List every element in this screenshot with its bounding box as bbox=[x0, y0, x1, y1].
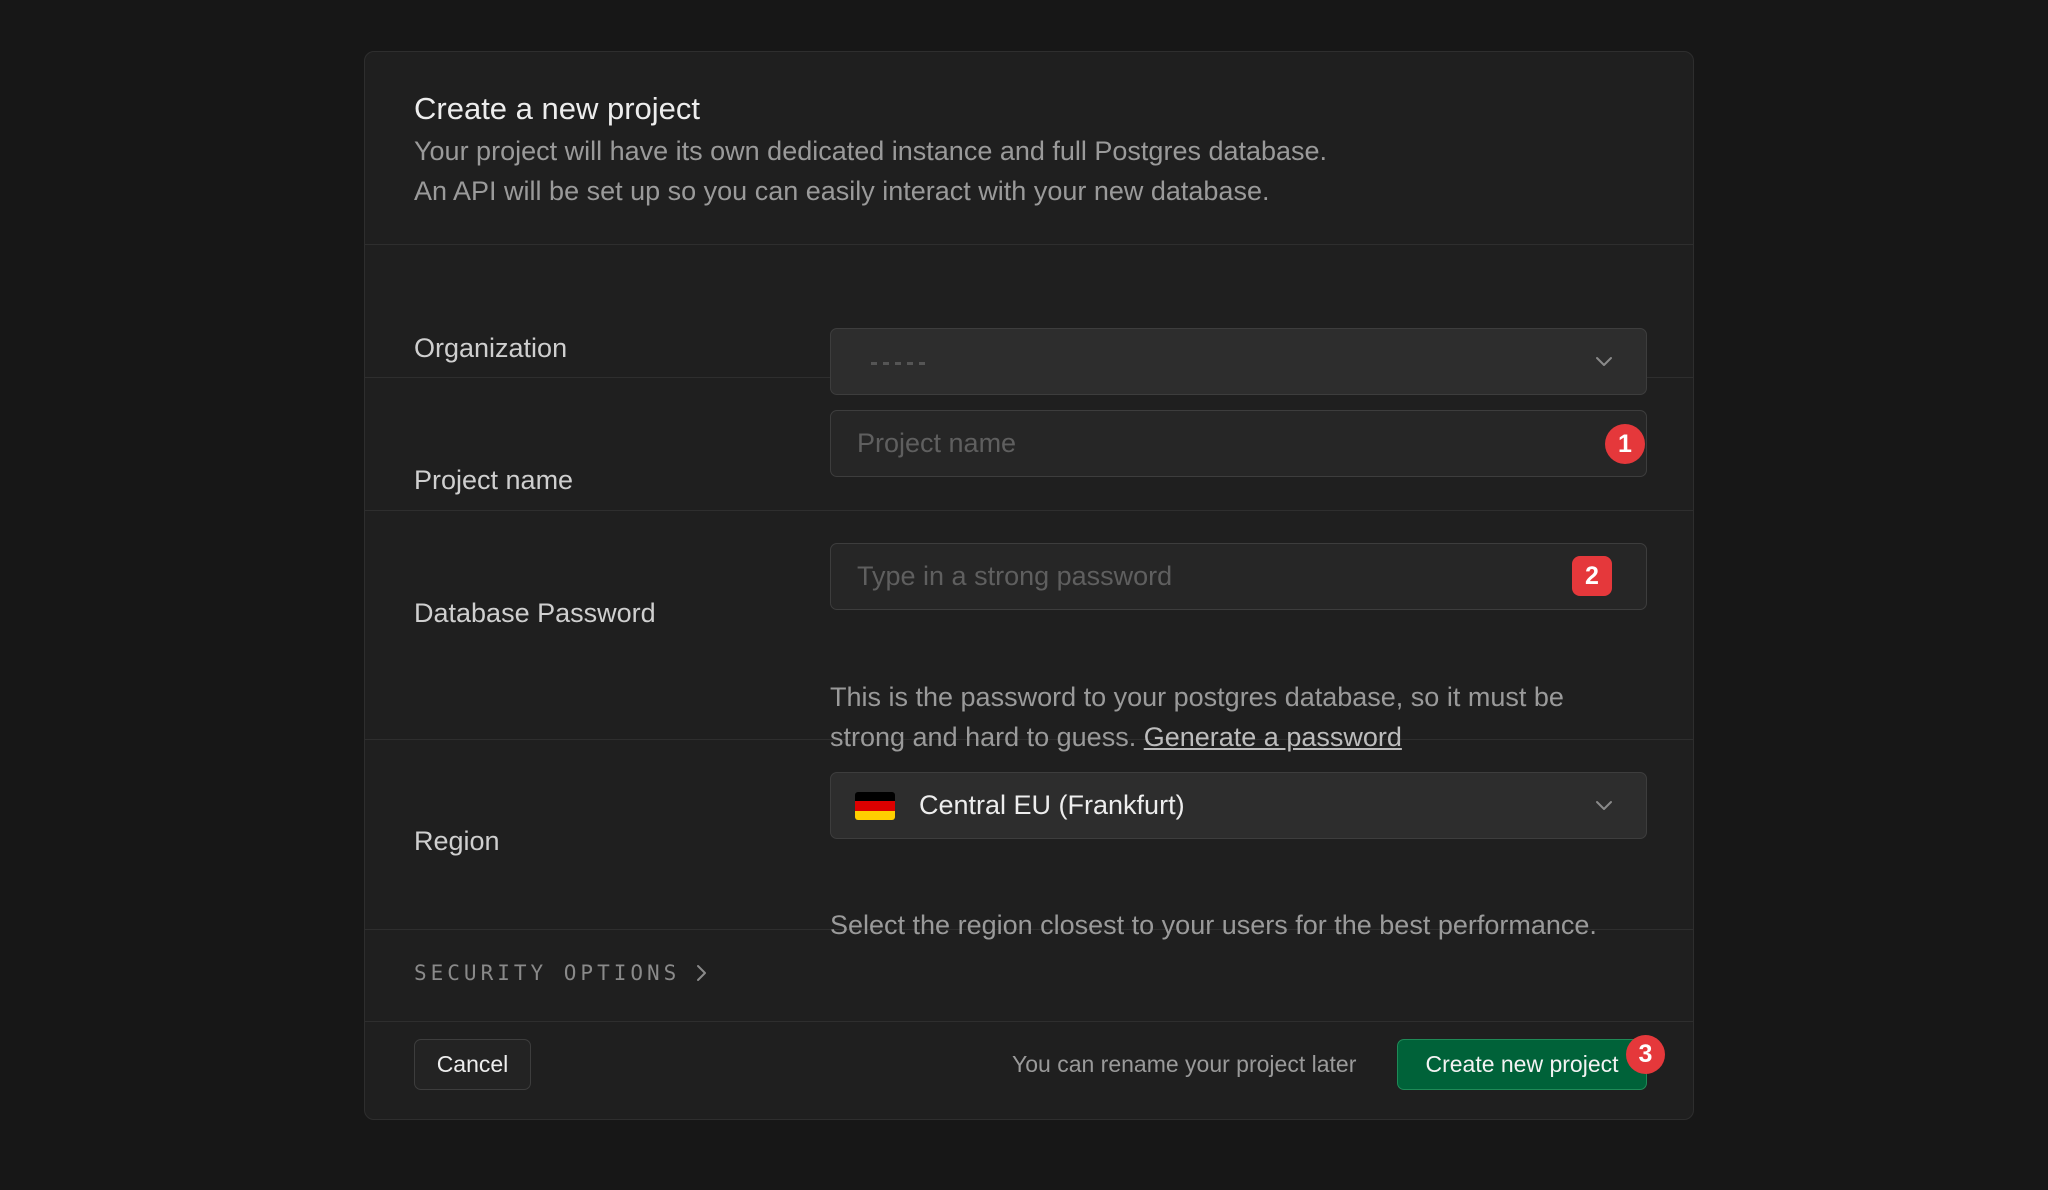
create-project-button[interactable]: Create new project bbox=[1397, 1039, 1647, 1090]
project-name-label: Project name bbox=[414, 465, 574, 495]
region-value: Central EU (Frankfurt) bbox=[919, 790, 1185, 820]
dialog-subtitle-line2: An API will be set up so you can easily … bbox=[414, 176, 1270, 206]
chevron-down-icon bbox=[1596, 801, 1612, 810]
project-name-placeholder: Project name bbox=[857, 428, 1017, 458]
security-options-toggle[interactable]: SECURITY OPTIONS bbox=[414, 961, 708, 985]
database-password-label: Database Password bbox=[414, 598, 656, 628]
organization-value-redacted bbox=[871, 362, 931, 365]
database-password-input[interactable]: Type in a strong password 2 bbox=[830, 543, 1647, 610]
organization-label: Organization bbox=[414, 333, 568, 363]
security-options-label: SECURITY OPTIONS bbox=[414, 961, 681, 985]
create-project-dialog: Create a new project Your project will h… bbox=[364, 51, 1694, 1120]
password-help-line1: This is the password to your postgres da… bbox=[830, 682, 1564, 712]
dialog-title: Create a new project bbox=[414, 91, 701, 126]
region-label: Region bbox=[414, 826, 500, 856]
cancel-button[interactable]: Cancel bbox=[414, 1039, 531, 1090]
dialog-subtitle-line1: Your project will have its own dedicated… bbox=[414, 136, 1328, 166]
project-name-input[interactable]: Project name 1 bbox=[830, 410, 1647, 477]
region-select[interactable]: Central EU (Frankfurt) bbox=[830, 772, 1647, 839]
step-badge-1: 1 bbox=[1605, 424, 1645, 464]
germany-flag-icon bbox=[855, 792, 895, 820]
step-badge-2: 2 bbox=[1572, 556, 1612, 596]
chevron-right-icon bbox=[697, 965, 707, 981]
dialog-footer: Cancel You can rename your project later… bbox=[365, 1022, 1693, 1119]
database-password-placeholder: Type in a strong password bbox=[857, 561, 1173, 591]
chevron-down-icon bbox=[1596, 357, 1612, 366]
rename-note: You can rename your project later bbox=[1012, 1051, 1357, 1077]
organization-row: Organization bbox=[365, 245, 1693, 395]
dialog-header: Create a new project Your project will h… bbox=[365, 52, 1693, 245]
step-badge-3: 3 bbox=[1626, 1035, 1665, 1074]
